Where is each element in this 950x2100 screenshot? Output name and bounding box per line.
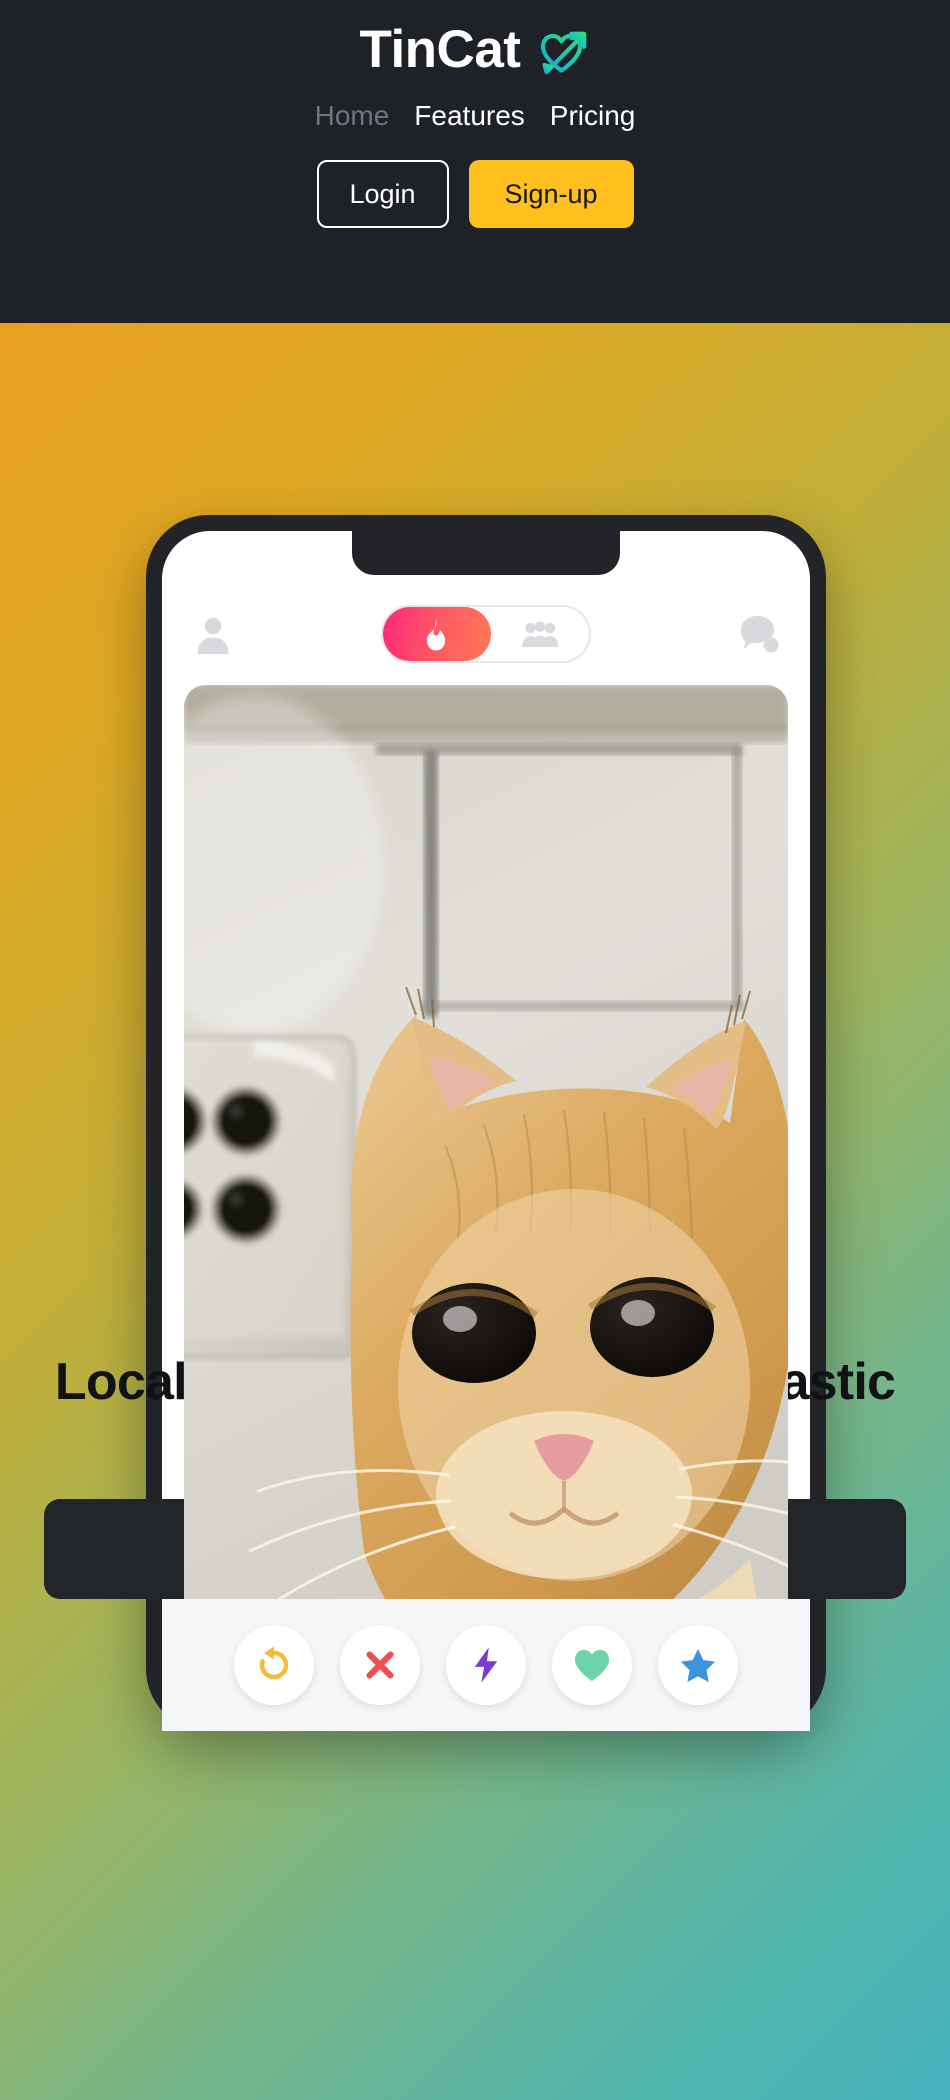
nope-button[interactable] bbox=[340, 1625, 420, 1705]
main-navigation: Home Features Pricing bbox=[315, 102, 636, 130]
auth-button-group: Login Sign-up bbox=[316, 160, 634, 228]
toggle-option-group[interactable] bbox=[491, 607, 589, 661]
login-button[interactable]: Login bbox=[316, 160, 449, 228]
swipe-action-bar bbox=[162, 1599, 810, 1731]
brand-name: TinCat bbox=[359, 19, 521, 79]
nav-link-home[interactable]: Home bbox=[315, 102, 390, 130]
superlike-button[interactable] bbox=[658, 1625, 738, 1705]
phone-mockup bbox=[146, 515, 826, 1731]
person-icon[interactable] bbox=[192, 613, 234, 655]
boost-button[interactable] bbox=[446, 1625, 526, 1705]
signup-button[interactable]: Sign-up bbox=[468, 160, 634, 228]
page-root: TinCat Home Features Pricing Login Sign-… bbox=[0, 0, 950, 2100]
profile-photo-card[interactable] bbox=[184, 685, 788, 1701]
like-button[interactable] bbox=[552, 1625, 632, 1705]
rewind-button[interactable] bbox=[234, 1625, 314, 1705]
mode-toggle[interactable] bbox=[381, 605, 591, 663]
heart-arrow-icon bbox=[534, 21, 590, 77]
hero-section: Local kitties await—let the furtastic da… bbox=[0, 323, 950, 2100]
nav-link-pricing[interactable]: Pricing bbox=[550, 102, 636, 130]
site-header: TinCat Home Features Pricing Login Sign-… bbox=[0, 0, 950, 323]
toggle-option-flame[interactable] bbox=[383, 607, 491, 661]
phone-notch bbox=[352, 531, 620, 575]
brand-logo[interactable]: TinCat bbox=[360, 18, 591, 80]
phone-screen bbox=[162, 531, 810, 1731]
chat-bubble-icon[interactable] bbox=[738, 613, 780, 655]
app-top-bar bbox=[162, 593, 810, 675]
nav-link-features[interactable]: Features bbox=[414, 102, 525, 130]
